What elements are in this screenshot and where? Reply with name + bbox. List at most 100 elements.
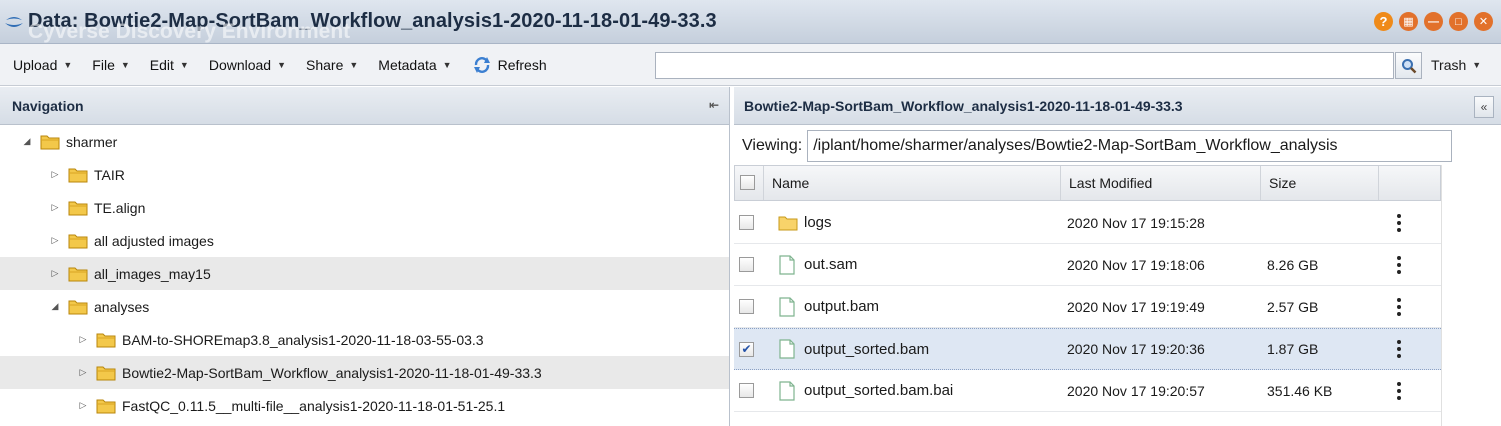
cyverse-logo-icon: [0, 0, 28, 44]
tree-item[interactable]: ▷ all_images_may15: [0, 257, 729, 290]
tree-item-label: TAIR: [94, 166, 125, 183]
folder-icon: [68, 298, 88, 315]
column-header-name[interactable]: Name: [763, 166, 1063, 200]
file-row[interactable]: output_sorted.bam.bai 2020 Nov 17 19:20:5…: [734, 370, 1441, 412]
file-menu-label: File: [92, 56, 115, 73]
expand-right-icon[interactable]: ▷: [48, 202, 62, 213]
tree-item[interactable]: ▷ TAIR: [0, 158, 729, 191]
window-controls: ? ▦ — □ ✕: [1374, 12, 1493, 31]
tree-item-label: TE.align: [94, 199, 146, 216]
row-checkbox[interactable]: [739, 299, 754, 314]
row-checkbox[interactable]: [739, 215, 754, 230]
file-name[interactable]: output.bam: [804, 298, 879, 315]
file-row[interactable]: ✔ output_sorted.bam 2020 Nov 17 19:20:36 1.…: [734, 328, 1441, 370]
navigation-panel: Navigation ⇤ ◢ sharmer ▷ TAIR ▷ TE.align ▷ all …: [0, 87, 730, 426]
file-name[interactable]: out.sam: [804, 256, 857, 273]
tree-item[interactable]: ▷ all adjusted images: [0, 224, 729, 257]
file-row[interactable]: logs 2020 Nov 17 19:15:28: [734, 202, 1441, 244]
share-menu-label: Share: [306, 56, 344, 73]
download-menu-label: Download: [208, 56, 272, 73]
close-icon[interactable]: ✕: [1474, 12, 1493, 31]
file-size: 2.57 GB: [1267, 298, 1319, 315]
expand-right-icon[interactable]: ▷: [76, 367, 90, 378]
expand-right-icon[interactable]: ▷: [76, 334, 90, 345]
row-menu-icon[interactable]: [1394, 381, 1404, 400]
caret-down-icon: ▼: [349, 59, 359, 70]
tree-item-label: BAM-to-SHOREmap3.8_analysis1-2020-11-18-…: [122, 331, 484, 348]
refresh-button[interactable]: Refresh: [462, 44, 557, 85]
caret-down-icon: ▼: [277, 59, 287, 70]
tree-item[interactable]: ◢ analyses: [0, 290, 729, 323]
download-menu[interactable]: Download ▼: [199, 44, 296, 85]
tree-item[interactable]: ▷ BAM-to-SHOREmap3.8_analysis1-2020-11-18…: [0, 323, 729, 356]
trash-menu-label: Trash: [1431, 57, 1467, 73]
tree-item-label: Bowtie2-Map-SortBam_Workflow_analysis1-2…: [122, 364, 542, 381]
expand-down-icon[interactable]: ◢: [48, 301, 62, 312]
folder-icon: [778, 214, 798, 231]
file-menu[interactable]: File ▼: [82, 44, 139, 85]
current-folder-title: Bowtie2-Map-SortBam_Workflow_analysis1-2…: [744, 97, 1183, 114]
folder-icon: [96, 364, 116, 381]
folder-icon: [96, 397, 116, 414]
file-name[interactable]: output_sorted.bam.bai: [804, 382, 953, 399]
file-size: 8.26 GB: [1267, 256, 1319, 273]
column-header-modified[interactable]: Last Modified: [1060, 166, 1260, 200]
caret-down-icon: ▼: [120, 59, 130, 70]
collapse-details-icon[interactable]: «: [1474, 96, 1494, 118]
navigation-header: Navigation ⇤: [0, 87, 729, 125]
file-name[interactable]: output_sorted.bam: [804, 341, 929, 358]
tree-item[interactable]: ▷ TE.align: [0, 191, 729, 224]
maximize-icon[interactable]: □: [1449, 12, 1468, 31]
expand-right-icon[interactable]: ▷: [48, 235, 62, 246]
file-row[interactable]: output.bam 2020 Nov 17 19:19:49 2.57 GB: [734, 286, 1441, 328]
tree-item[interactable]: ◢ sharmer: [0, 125, 729, 158]
file-row[interactable]: out.sam 2020 Nov 17 19:18:06 8.26 GB: [734, 244, 1441, 286]
grid-scroll-strip: [1441, 165, 1467, 426]
column-modified-label: Last Modified: [1069, 175, 1153, 191]
row-checkbox[interactable]: ✔: [739, 341, 754, 357]
collapse-panel-icon[interactable]: ⇤: [709, 98, 719, 112]
row-checkbox[interactable]: [739, 383, 754, 398]
search-icon[interactable]: [1395, 52, 1422, 79]
expand-right-icon[interactable]: ▷: [48, 169, 62, 180]
trash-menu[interactable]: Trash ▼: [1431, 44, 1481, 86]
minimize-icon[interactable]: —: [1424, 12, 1443, 31]
expand-down-icon[interactable]: ◢: [20, 136, 34, 147]
viewing-bar: Viewing: /iplant/home/sharmer/analyses/B…: [734, 129, 1453, 163]
refresh-icon: [472, 56, 492, 74]
layout-icon[interactable]: ▦: [1399, 12, 1418, 31]
file-modified: 2020 Nov 17 19:20:36: [1067, 341, 1205, 357]
help-icon[interactable]: ?: [1374, 12, 1393, 31]
toolbar: Upload ▼ File ▼ Edit ▼ Download ▼ Share ▼ Met…: [0, 44, 1501, 86]
upload-menu-label: Upload: [13, 56, 58, 73]
expand-right-icon[interactable]: ▷: [76, 400, 90, 411]
tree-item-label: all_images_may15: [94, 265, 211, 282]
metadata-menu-label: Metadata: [378, 56, 437, 73]
row-checkbox[interactable]: [739, 257, 754, 272]
folder-icon: [68, 265, 88, 282]
refresh-label: Refresh: [497, 56, 547, 73]
column-size-label: Size: [1269, 175, 1297, 191]
column-header-size[interactable]: Size: [1260, 166, 1378, 200]
file-name[interactable]: logs: [804, 214, 832, 231]
row-menu-icon[interactable]: [1394, 255, 1404, 274]
edit-menu[interactable]: Edit ▼: [140, 44, 199, 85]
viewing-path-field[interactable]: /iplant/home/sharmer/analyses/Bowtie2-Ma…: [807, 130, 1453, 162]
row-menu-icon[interactable]: [1394, 213, 1404, 232]
expand-right-icon[interactable]: ▷: [48, 268, 62, 279]
select-all-checkbox[interactable]: [740, 175, 755, 190]
search-input[interactable]: [655, 52, 1394, 79]
tree-item[interactable]: ▷ Bowtie2-Map-SortBam_Workflow_analysis1-…: [0, 356, 729, 389]
metadata-menu[interactable]: Metadata ▼: [368, 44, 461, 85]
content-header: Bowtie2-Map-SortBam_Workflow_analysis1-2…: [734, 87, 1501, 125]
row-menu-icon[interactable]: [1394, 297, 1404, 316]
viewing-label: Viewing:: [742, 137, 803, 154]
file-modified: 2020 Nov 17 19:18:06: [1067, 256, 1205, 273]
caret-down-icon: ▼: [442, 59, 452, 70]
share-menu[interactable]: Share ▼: [296, 44, 368, 85]
caret-down-icon: ▼: [179, 59, 189, 70]
file-icon: [778, 339, 796, 359]
row-menu-icon[interactable]: [1394, 340, 1404, 358]
upload-menu[interactable]: Upload ▼: [0, 44, 82, 85]
tree-item[interactable]: ▷ FastQC_0.11.5__multi-file__analysis1-20…: [0, 389, 729, 422]
